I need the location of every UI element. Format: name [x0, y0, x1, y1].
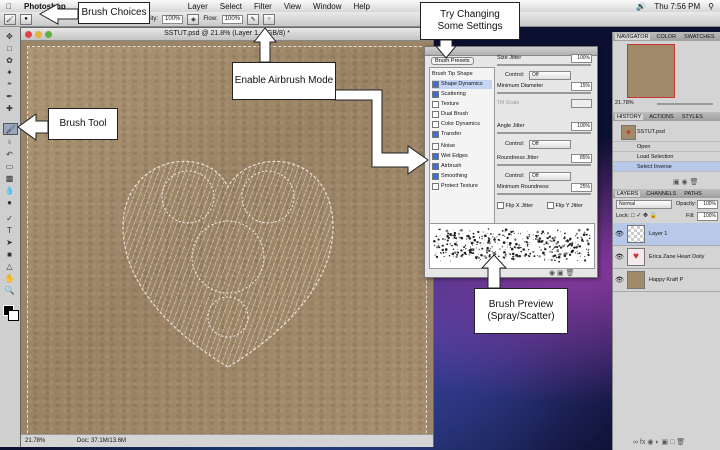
callout-enable-airbrush: Enable Airbrush Mode [232, 62, 336, 100]
callout-arrows [17, 3, 508, 289]
callout-try-settings: Try Changing Some Settings [420, 2, 520, 40]
callout-brush-choices: Brush Choices [78, 2, 150, 24]
arrow-airbrush [252, 27, 278, 63]
arrow-brush-preview [480, 254, 508, 289]
arrow-try-settings [434, 39, 458, 59]
callout-brush-tool: Brush Tool [48, 108, 118, 140]
arrow-airbrush-option [334, 89, 429, 175]
callout-brush-preview: Brush Preview (Spray/Scatter) [474, 288, 568, 334]
arrow-brush-tool [17, 113, 49, 141]
arrow-brush-choices [38, 3, 79, 25]
